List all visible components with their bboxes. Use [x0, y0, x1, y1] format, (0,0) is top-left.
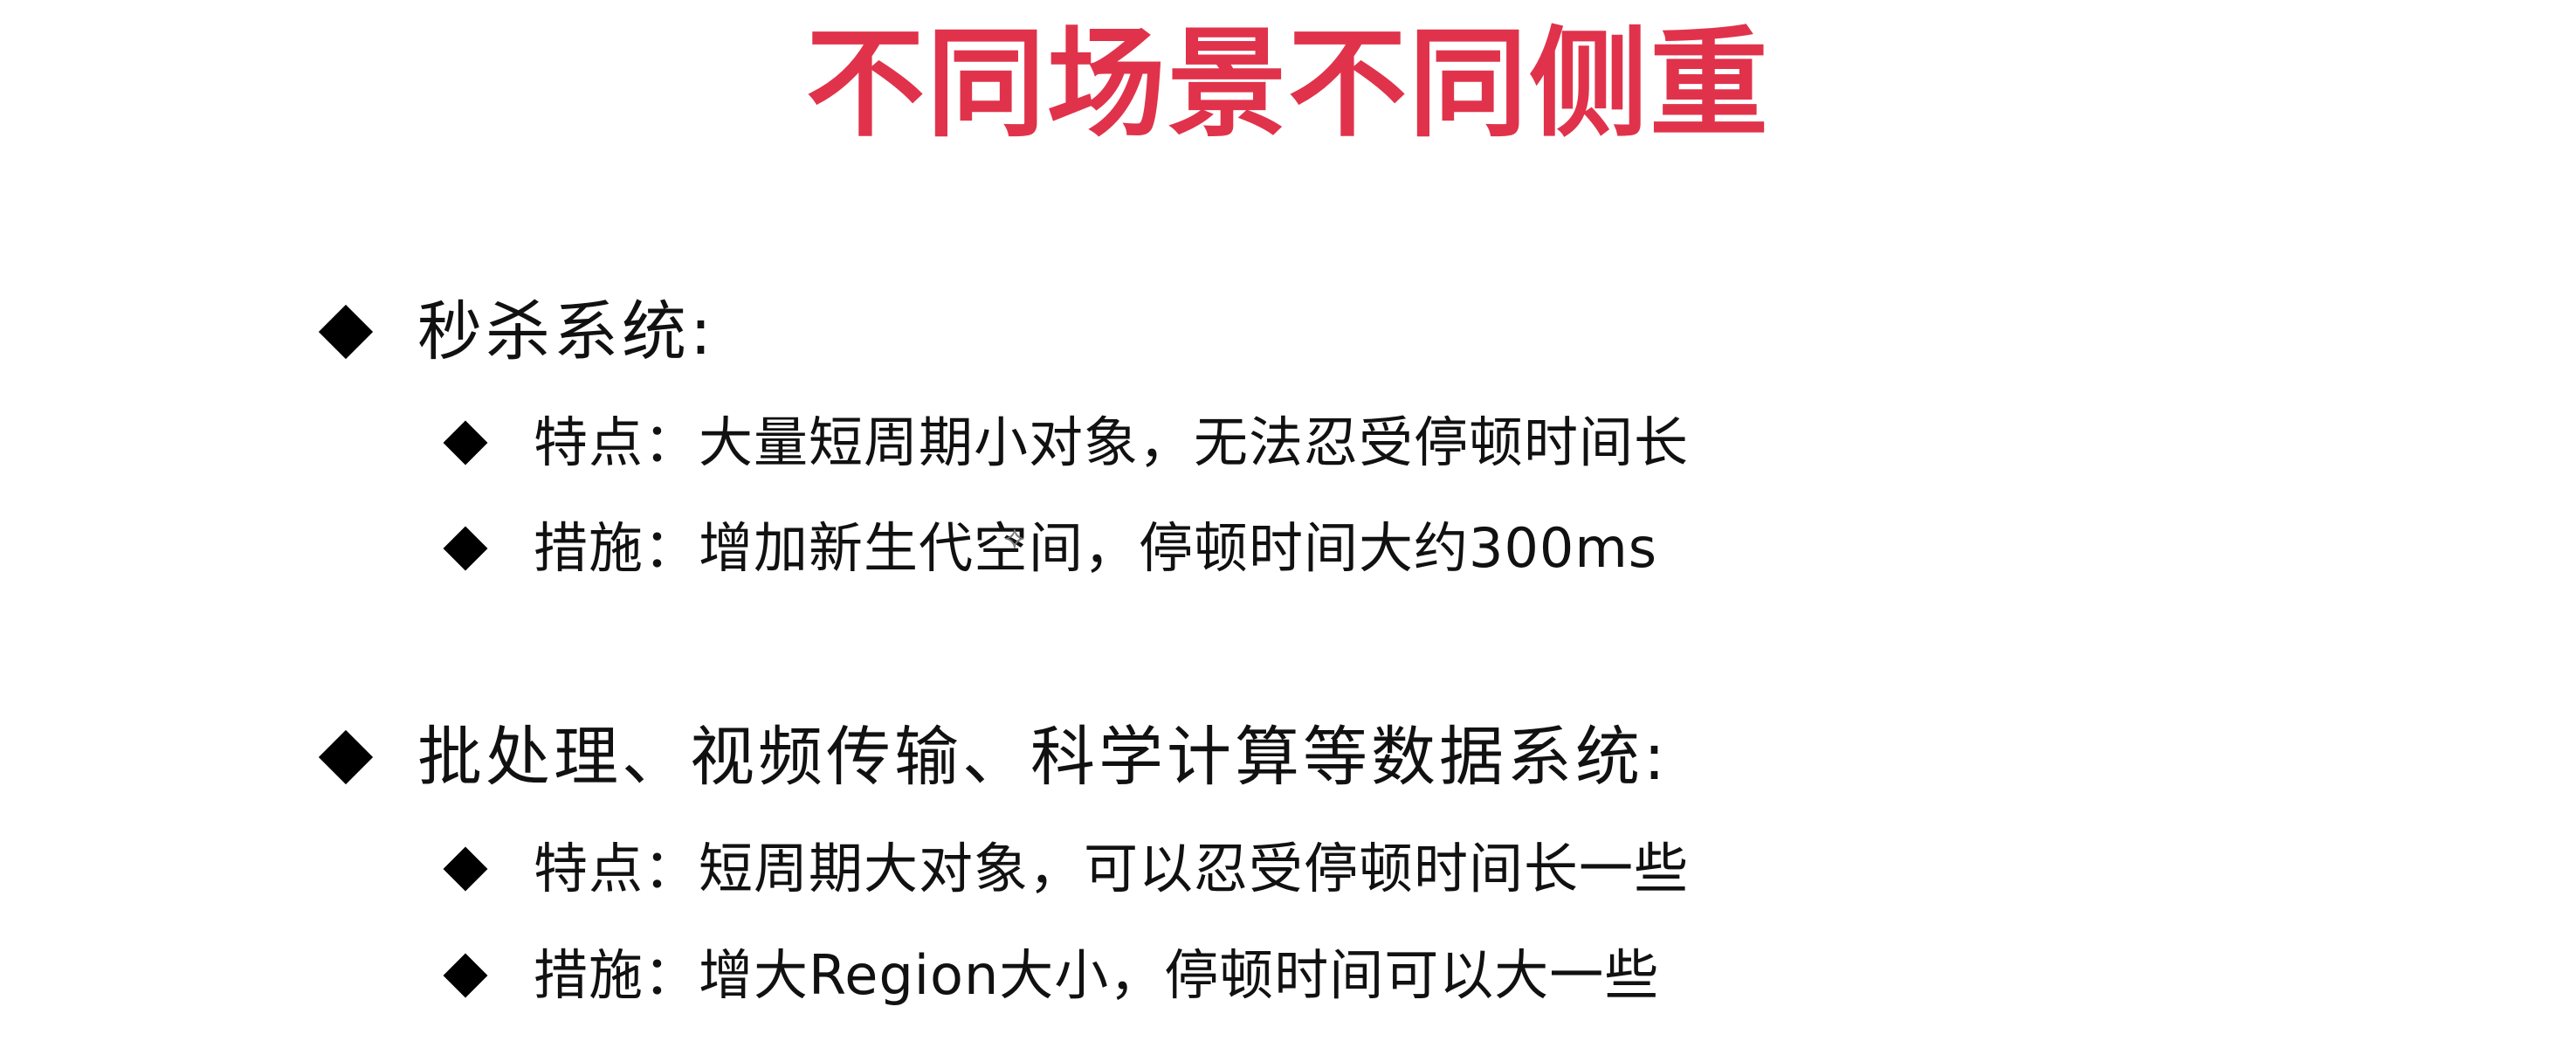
list-item-text: 特点：大量短周期小对象，无法忍受停顿时间长 — [534, 410, 1690, 474]
diamond-bullet-icon — [318, 304, 374, 360]
diamond-bullet-icon — [443, 526, 488, 571]
diamond-bullet-icon — [443, 420, 488, 465]
list-item-data-system-measure: 措施：增大Region大小，停顿时间可以大一些 — [441, 941, 1659, 1010]
list-item-text: 特点：短周期大对象，可以忍受停顿时间长一些 — [534, 837, 1690, 900]
section-heading-data-system: 批处理、视频传输、科学计算等数据系统: — [314, 718, 1669, 796]
diamond-bullet-icon — [443, 953, 488, 998]
list-item-text: 措施：增大Region大小，停顿时间可以大一些 — [534, 943, 1660, 1007]
diamond-bullet-icon — [318, 729, 374, 785]
list-item-flash-sale-measure: 措施：增加新生代空间，停顿时间大约300ms — [441, 514, 1657, 583]
list-item-data-system-feature: 特点：短周期大对象，可以忍受停顿时间长一些 — [441, 834, 1689, 904]
cursor-icon: ⟡ — [1004, 520, 1025, 555]
slide-title: 不同场景不同侧重 — [806, 16, 1770, 154]
diamond-bullet-icon — [443, 846, 488, 892]
section-heading-text: 批处理、视频传输、科学计算等数据系统: — [417, 720, 1669, 795]
section-heading-flash-sale: 秒杀系统: — [314, 293, 715, 371]
list-item-flash-sale-feature: 特点：大量短周期小对象，无法忍受停顿时间长 — [441, 408, 1689, 478]
section-heading-text: 秒杀系统: — [417, 294, 715, 369]
list-item-text: 措施：增加新生代空间，停顿时间大约300ms — [534, 516, 1658, 580]
